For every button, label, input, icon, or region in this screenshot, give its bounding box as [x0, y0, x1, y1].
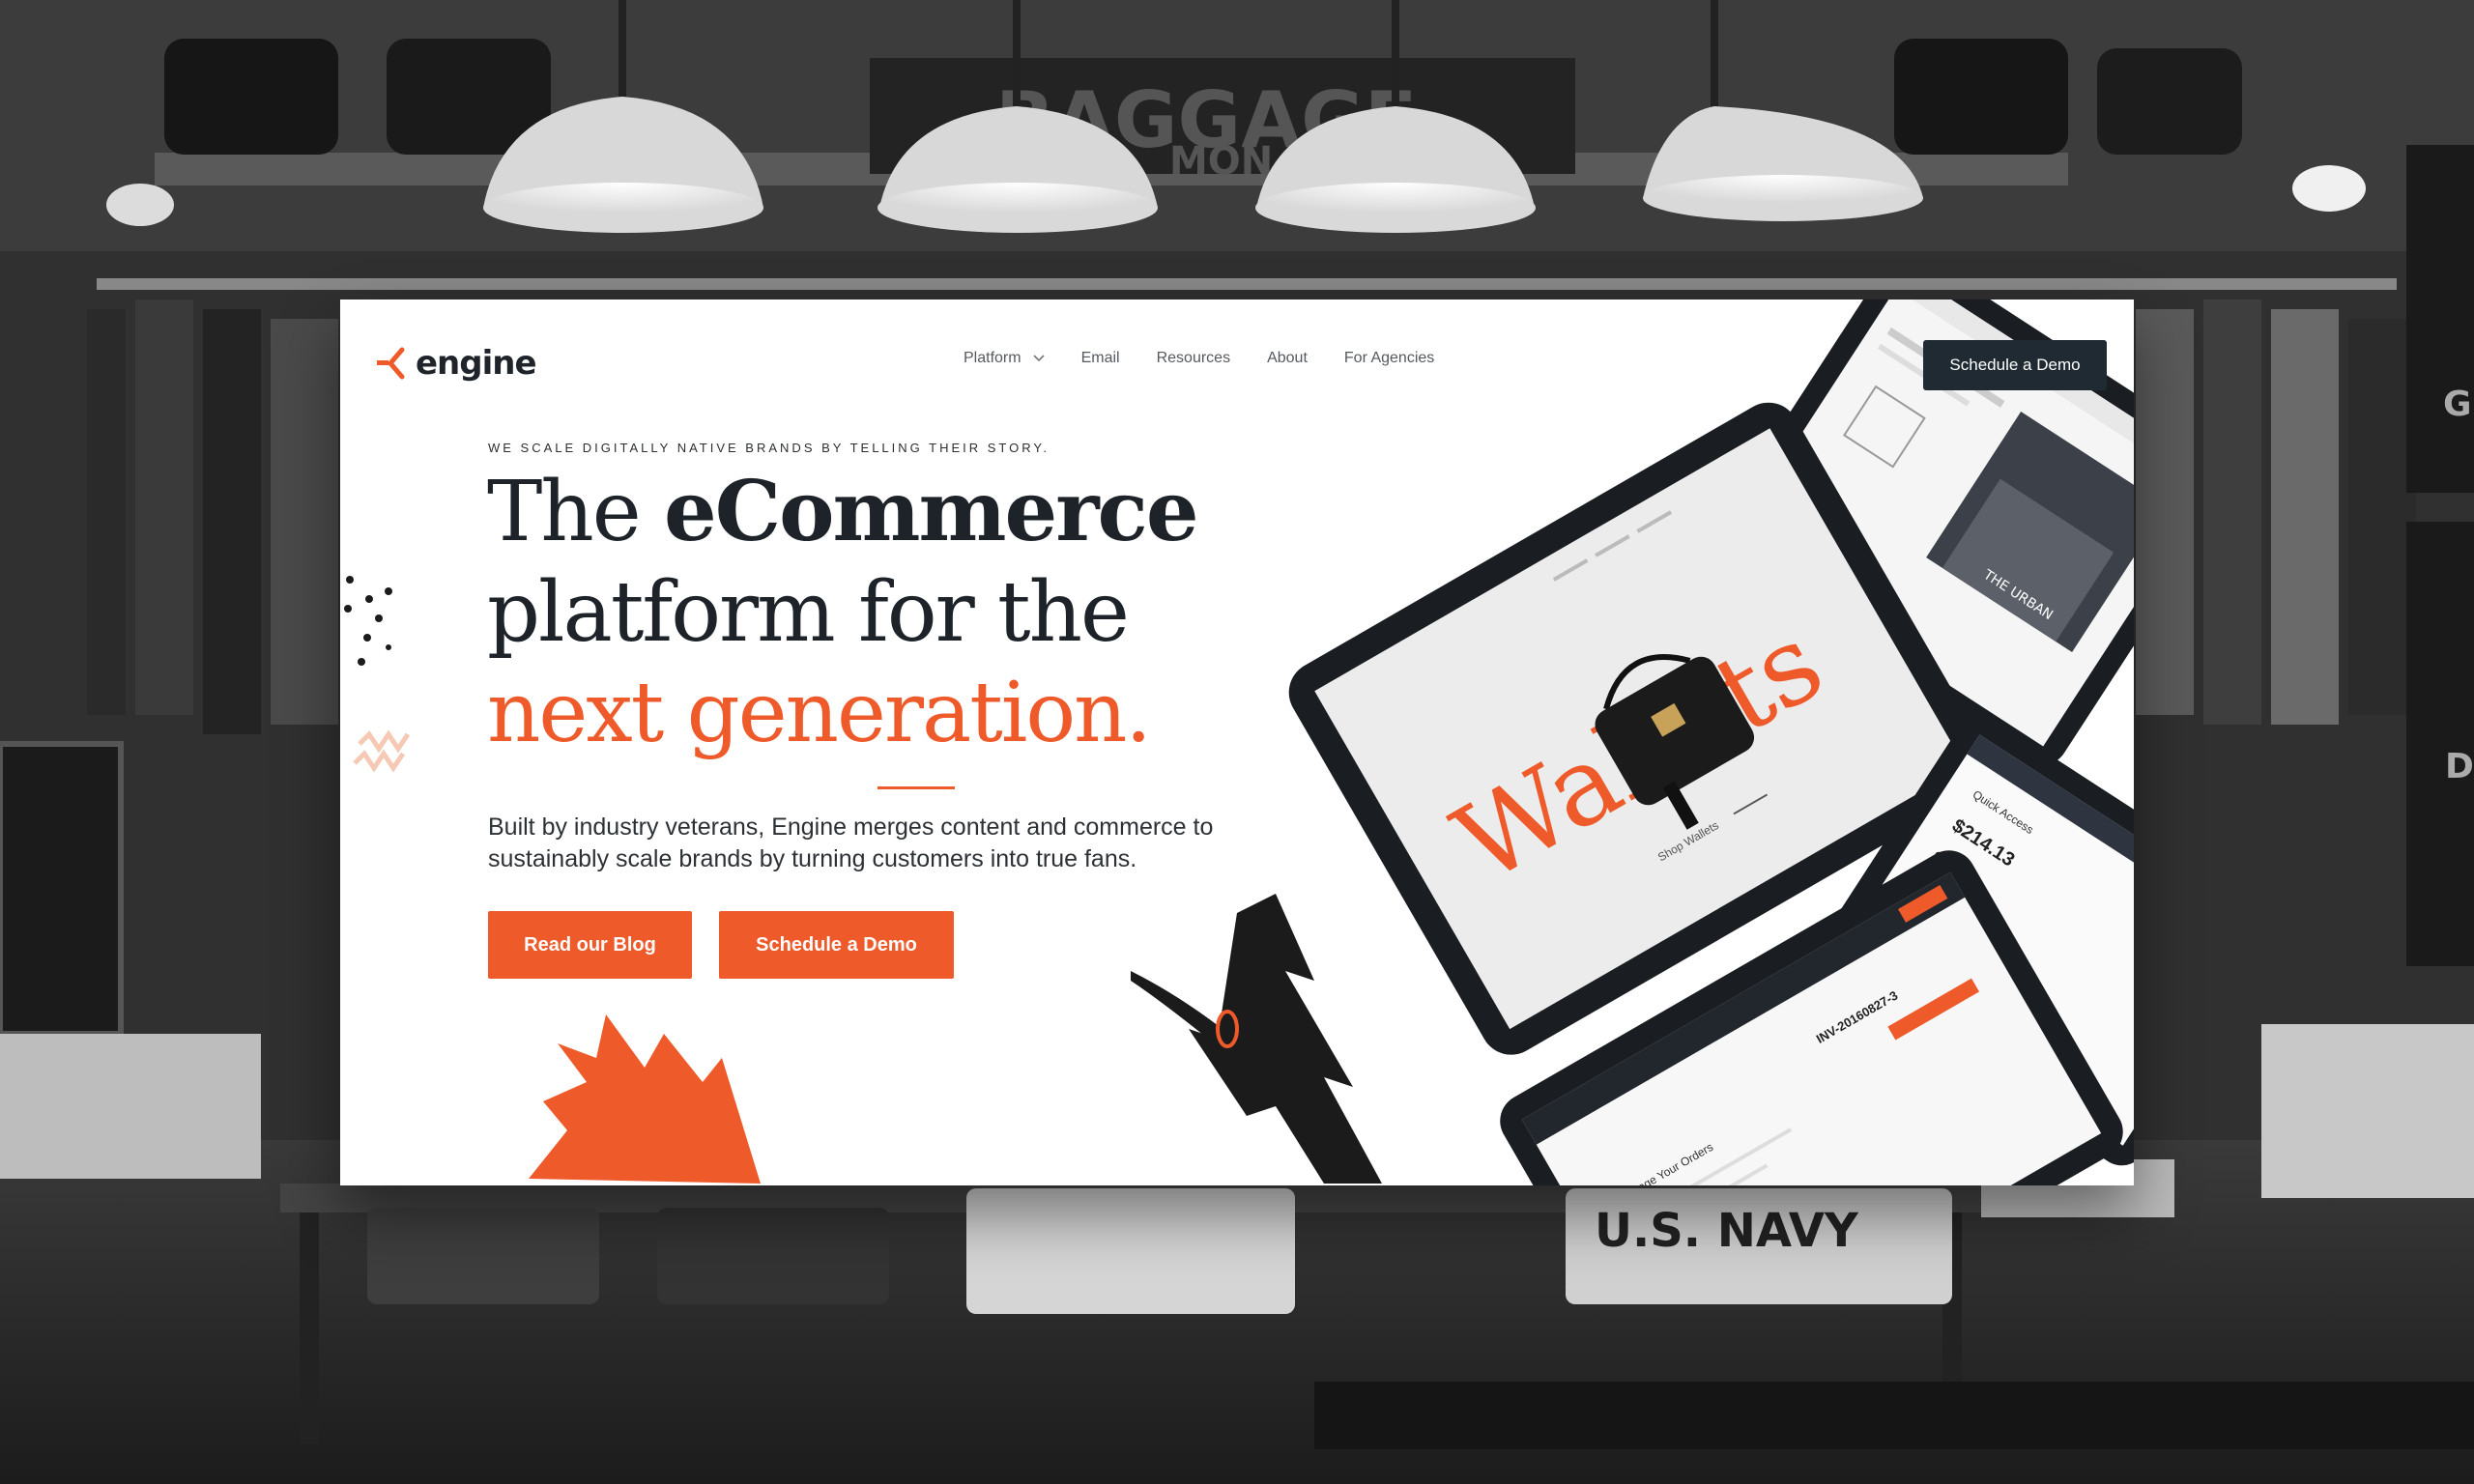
logo-wordmark: engine	[416, 344, 537, 383]
main-nav: Platform Email Resources About For Agenc…	[964, 350, 1471, 367]
nav-resources[interactable]: Resources	[1157, 350, 1230, 367]
orange-brush-shape	[529, 1014, 761, 1184]
hero-eyebrow: WE SCALE DIGITALLY NATIVE BRANDS BY TELL…	[488, 441, 1050, 455]
nav-about-label: About	[1267, 350, 1308, 366]
schedule-demo-button[interactable]: Schedule a Demo	[719, 911, 954, 979]
engine-logo-icon	[377, 347, 405, 380]
hero-headline: The eCommerce platform for the next gene…	[487, 462, 1338, 763]
nav-platform-label: Platform	[964, 350, 1021, 366]
headline-bold-word: eCommerce	[663, 463, 1199, 560]
nav-email[interactable]: Email	[1081, 350, 1120, 367]
chevron-down-icon	[1033, 355, 1045, 362]
navy-shirt-text: U.S. NAVY	[1595, 1204, 1859, 1258]
headline-line-3: next generation.	[487, 665, 1152, 761]
nav-for-agencies-label: For Agencies	[1343, 350, 1435, 366]
nav-resources-label: Resources	[1156, 350, 1231, 366]
sign-text-2: MON	[1169, 139, 1273, 184]
website-screenshot: THE URBAN Wallets Shop Wallets	[340, 300, 2134, 1185]
hero-description: Built by industry veterans, Engine merge…	[488, 813, 1214, 872]
nav-email-label: Email	[1080, 350, 1120, 366]
headline-line-1: The	[487, 464, 664, 560]
side-letter-2: D	[2445, 747, 2474, 786]
nav-platform[interactable]: Platform	[964, 350, 1045, 367]
side-letter-1: G	[2443, 385, 2472, 424]
dots-decoration	[344, 576, 411, 773]
read-blog-button[interactable]: Read our Blog	[488, 911, 692, 979]
nav-about[interactable]: About	[1267, 350, 1308, 367]
black-brush-scribble	[1131, 894, 1382, 1184]
engine-logo[interactable]: engine	[375, 342, 537, 385]
accent-divider	[877, 786, 955, 789]
headline-line-2: platform for the	[487, 564, 1130, 661]
nav-for-agencies[interactable]: For Agencies	[1344, 350, 1434, 367]
schedule-demo-header-button[interactable]: Schedule a Demo	[1923, 340, 2107, 390]
